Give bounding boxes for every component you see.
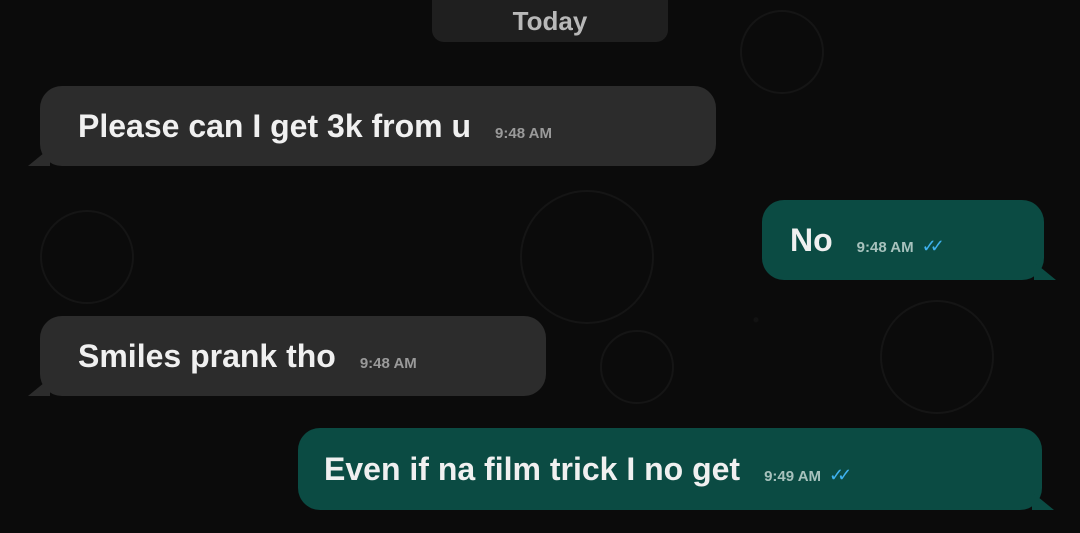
message-time: 9:48 AM (359, 354, 417, 372)
wallpaper-doodle (40, 210, 134, 304)
message-time: 9:48 AM (495, 124, 553, 142)
double-check-icon: ✓✓ (921, 235, 945, 256)
message-text: Please can I get 3k from u (78, 107, 472, 144)
message-bubble-incoming[interactable]: Please can I get 3k from u 9:48 AM (28, 86, 716, 166)
date-separator: Today (432, 0, 668, 42)
double-check-icon: ✓✓ (829, 464, 852, 485)
bubble-tail (1034, 262, 1056, 280)
date-label: Today (512, 5, 588, 36)
message-time: 9:48 AM (856, 238, 914, 256)
wallpaper-doodle (880, 300, 994, 414)
message-bubble-outgoing[interactable]: No 9:48 AM ✓✓ (762, 200, 1056, 280)
wallpaper-doodle (740, 10, 824, 94)
wallpaper-doodle (520, 190, 654, 324)
message-time: 9:49 AM (764, 467, 822, 485)
bubble-tail (28, 378, 50, 396)
message-bubble-incoming[interactable]: Smiles prank tho 9:48 AM (28, 316, 546, 396)
wallpaper-doodle (600, 330, 674, 404)
message-bubble-outgoing[interactable]: Even if na film trick I no get 9:49 AM ✓… (298, 428, 1054, 510)
chat-view: Today Please can I get 3k from u 9:48 AM… (0, 0, 1080, 533)
message-text: No (790, 221, 833, 258)
message-text: Smiles prank tho (78, 337, 336, 374)
bubble-tail (1032, 492, 1054, 510)
message-text: Even if na film trick I no get (324, 450, 741, 487)
bubble-tail (28, 148, 50, 166)
